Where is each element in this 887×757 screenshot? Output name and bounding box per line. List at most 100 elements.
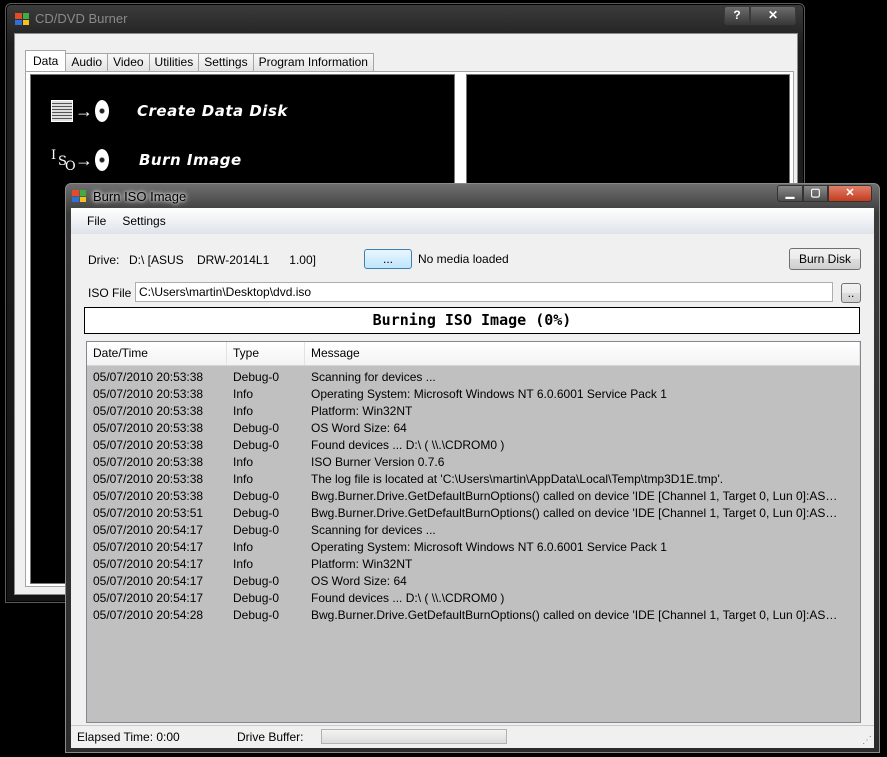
burn-iso-image-window: Burn ISO Image ▁ ▢ ✕ File Settings Drive… [65,183,880,753]
log-header: Date/Time Type Message [87,342,860,366]
document-to-disc-icon: → [51,100,109,122]
column-date-time[interactable]: Date/Time [87,342,227,365]
log-type: Debug-0 [233,523,280,537]
arrow-icon: → [75,150,93,170]
log-type: Debug-0 [233,370,280,384]
log-message: Platform: Win32NT [311,404,413,418]
iso-file-label: ISO File [88,286,132,300]
log-row[interactable]: 05/07/2010 20:53:38 Debug-0 OS Word Size: … [87,420,860,437]
log-type: Info [233,557,254,571]
log-time: 05/07/2010 20:54:28 [93,608,204,622]
log-type: Debug-0 [233,591,280,605]
log-time: 05/07/2010 20:53:51 [93,506,204,520]
bg-close-button[interactable]: ✕ [750,6,796,25]
close-button[interactable]: ✕ [828,185,872,202]
log-message: Bwg.Burner.Drive.GetDefaultBurnOptions()… [311,608,860,622]
log-row[interactable]: 05/07/2010 20:54:17 Info Platform: Win32NT [87,556,860,573]
log-row[interactable]: 05/07/2010 20:53:38 Info ISO Burner Versio… [87,454,860,471]
dialog-app-icon [72,190,86,202]
log-time: 05/07/2010 20:53:38 [93,455,204,469]
iso-file-input[interactable]: C:\Users\martin\Desktop\dvd.iso [135,282,833,302]
bg-titlebar[interactable]: CD/DVD Burner ? ✕ [6,4,804,32]
help-button[interactable]: ? [724,6,750,25]
log-time: 05/07/2010 20:53:38 [93,404,204,418]
log-time: 05/07/2010 20:54:17 [93,540,204,554]
log-time: 05/07/2010 20:54:17 [93,523,204,537]
menu-settings[interactable]: Settings [114,214,173,228]
log-row[interactable]: 05/07/2010 20:53:38 Debug-0 Scanning for d… [87,369,860,386]
log-time: 05/07/2010 20:53:38 [93,421,204,435]
log-row[interactable]: 05/07/2010 20:53:38 Info Operating System:… [87,386,860,403]
iso-glyph-i: I [51,148,57,163]
minimize-button[interactable]: ▁ [777,185,803,202]
log-row[interactable]: 05/07/2010 20:53:51 Debug-0 Bwg.Burner.Dri… [87,505,860,522]
log-body: 05/07/2010 20:53:38 Debug-0 Scanning for d… [87,366,860,624]
log-message: OS Word Size: 64 [311,574,407,588]
burn-image-label: Burn Image [139,151,242,169]
log-message: The log file is located at 'C:\Users\mar… [311,472,724,486]
log-row[interactable]: 05/07/2010 20:54:17 Info Operating System:… [87,539,860,556]
tab-program-information[interactable]: Program Information [252,53,374,71]
elapsed-time: Elapsed Time: 0:00 [77,730,180,744]
log-message: Platform: Win32NT [311,557,413,571]
log-message: Scanning for devices ... [311,523,436,537]
log-time: 05/07/2010 20:54:17 [93,591,204,605]
log-type: Info [233,540,254,554]
create-data-disk-action[interactable]: → Create Data Disk [51,100,288,122]
dialog-title: Burn ISO Image [93,189,187,204]
log-message: Bwg.Burner.Drive.GetDefaultBurnOptions()… [311,489,860,503]
column-message[interactable]: Message [305,342,860,365]
drive-value: D:\ [ASUS DRW-2014L1 1.00] [129,253,316,267]
maximize-button[interactable]: ▢ [803,185,828,202]
log-message: OS Word Size: 64 [311,421,407,435]
log-list[interactable]: Date/Time Type Message 05/07/2010 20:53:… [86,341,861,723]
log-message: Bwg.Burner.Drive.GetDefaultBurnOptions()… [311,506,860,520]
log-type: Info [233,387,254,401]
log-row[interactable]: 05/07/2010 20:54:28 Debug-0 Bwg.Burner.Dri… [87,607,860,624]
log-type: Debug-0 [233,421,280,435]
browse-iso-button[interactable]: .. [841,283,861,303]
log-message: Found devices ... D:\ ( \\.\CDROM0 ) [311,591,505,605]
burn-disk-button[interactable]: Burn Disk [789,248,861,270]
tab-utilities[interactable]: Utilities [148,53,200,71]
drive-buffer-label: Drive Buffer: [237,730,304,744]
log-row[interactable]: 05/07/2010 20:54:17 Debug-0 Found devices … [87,590,860,607]
log-type: Debug-0 [233,438,280,452]
menu-bar: File Settings [71,208,874,234]
media-status: No media loaded [418,252,509,266]
log-row[interactable]: 05/07/2010 20:53:38 Debug-0 Found devices … [87,437,860,454]
log-row[interactable]: 05/07/2010 20:54:17 Debug-0 OS Word Size: … [87,573,860,590]
log-row[interactable]: 05/07/2010 20:53:38 Info Platform: Win32NT [87,403,860,420]
log-row[interactable]: 05/07/2010 20:53:38 Info The log file is l… [87,471,860,488]
log-message: Operating System: Microsoft Windows NT 6… [311,387,667,401]
burn-progress-title: Burning ISO Image (0%) [84,307,860,334]
resize-grip-icon[interactable]: ⋰ [862,735,872,746]
browse-drive-button[interactable]: ... [364,249,412,269]
log-type: Debug-0 [233,506,280,520]
log-row[interactable]: 05/07/2010 20:54:17 Debug-0 Scanning for d… [87,522,860,539]
app-icon [15,13,29,25]
iso-to-disc-icon: I S O → [51,148,109,174]
log-time: 05/07/2010 20:53:38 [93,489,204,503]
menu-file[interactable]: File [79,214,114,228]
log-type: Debug-0 [233,489,280,503]
tab-settings[interactable]: Settings [198,53,254,71]
dialog-titlebar[interactable]: Burn ISO Image ▁ ▢ ✕ [66,184,879,208]
tab-audio[interactable]: Audio [65,53,109,71]
tab-data[interactable]: Data [25,50,67,71]
log-row[interactable]: 05/07/2010 20:53:38 Debug-0 Bwg.Burner.Dri… [87,488,860,505]
create-data-disk-label: Create Data Disk [137,102,288,120]
log-message: Operating System: Microsoft Windows NT 6… [311,540,667,554]
dialog-client-area: File Settings Drive: D:\ [ASUS DRW-2014L… [71,208,874,748]
log-message: ISO Burner Version 0.7.6 [311,455,445,469]
iso-glyph-o: O [65,159,76,174]
log-time: 05/07/2010 20:53:38 [93,387,204,401]
log-message: Found devices ... D:\ ( \\.\CDROM0 ) [311,438,505,452]
log-type: Debug-0 [233,574,280,588]
drive-label: Drive: [88,253,120,267]
burn-image-action[interactable]: I S O → Burn Image [51,148,242,174]
tab-video[interactable]: Video [107,53,150,71]
bg-window-title: CD/DVD Burner [35,11,128,26]
column-type[interactable]: Type [227,342,305,365]
drive-buffer-bar [321,729,507,744]
